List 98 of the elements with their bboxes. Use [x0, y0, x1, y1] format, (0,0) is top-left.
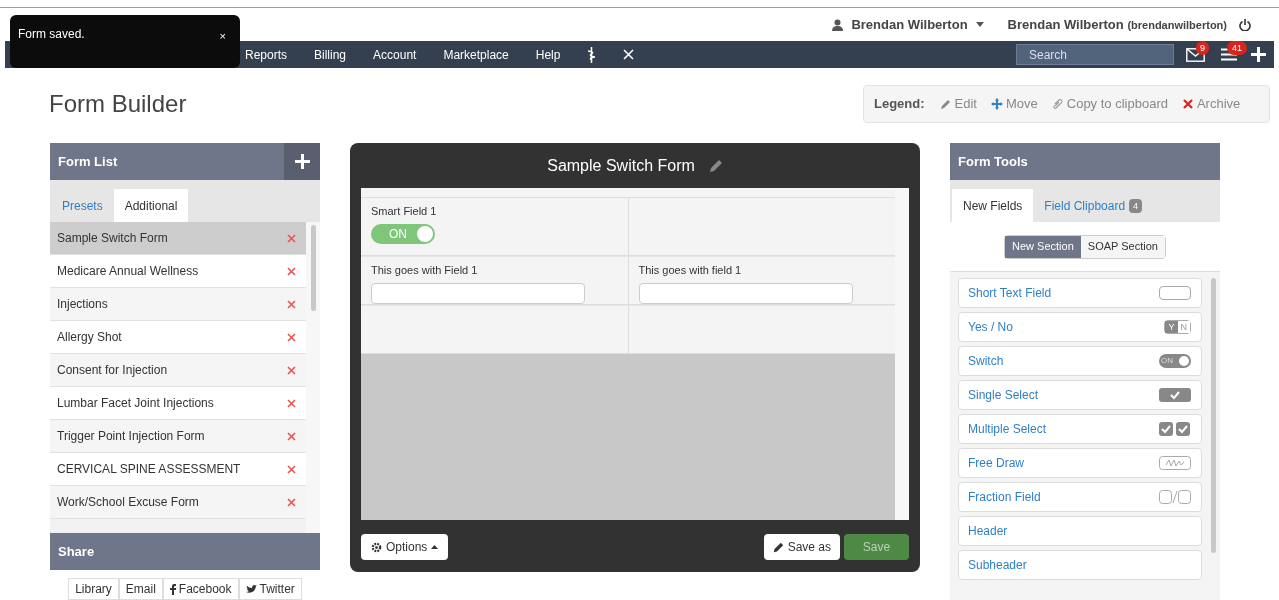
- power-icon[interactable]: [1239, 18, 1251, 31]
- archive-icon[interactable]: [287, 365, 296, 375]
- form-name: Injections: [57, 296, 108, 313]
- legend-label: Archive: [1196, 95, 1241, 114]
- form-list-item[interactable]: Medicare Annual Wellness: [50, 255, 306, 288]
- options-button[interactable]: Options: [361, 534, 449, 560]
- paperclip-icon: [1051, 98, 1064, 110]
- close-button[interactable]: ×: [219, 28, 226, 45]
- user-icon: [832, 18, 844, 31]
- form-name: Lumbar Facet Joint Injections: [57, 395, 214, 412]
- form-name: Work/School Excuse Form: [57, 494, 199, 511]
- add-button[interactable]: [284, 143, 320, 180]
- field-type-item[interactable]: Yes / No Y N: [958, 312, 1202, 342]
- form-name: Allergy Shot: [57, 329, 122, 346]
- archive-icon[interactable]: [287, 431, 296, 441]
- nav-link[interactable]: Help: [535, 45, 561, 64]
- panel-title: Share: [57, 542, 95, 561]
- form-name: Medicare Annual Wellness: [57, 263, 199, 280]
- legend-title: Legend:: [874, 95, 925, 114]
- checkboxes-icon: [1159, 422, 1191, 436]
- field-type-item[interactable]: Free Draw: [958, 448, 1202, 478]
- nav-link[interactable]: Billing: [314, 45, 347, 64]
- share-button[interactable]: Email: [118, 578, 163, 600]
- pencil-icon[interactable]: [708, 158, 723, 173]
- plus-icon: [294, 154, 310, 169]
- toast-message: Form saved.: [18, 26, 85, 43]
- account-name: Brendan Wilberton (brendanwilberton): [1007, 15, 1227, 34]
- notification-badge: 9: [1196, 40, 1209, 55]
- archive-icon[interactable]: [287, 233, 296, 243]
- save-as-button[interactable]: Save as: [763, 534, 840, 560]
- field-label: Smart Field 1: [371, 204, 438, 219]
- panel-title: Form List: [57, 152, 118, 171]
- legend-label: Edit: [954, 95, 977, 114]
- notification-badge: 41: [1227, 41, 1247, 55]
- checkmark-icon: [1159, 388, 1191, 402]
- legend-label: Move: [1005, 95, 1038, 114]
- count-badge: 4: [1129, 198, 1143, 213]
- search-field[interactable]: Search: [1016, 44, 1174, 65]
- archive-icon[interactable]: [287, 266, 296, 276]
- form-name: Trigger Point Injection Form: [57, 428, 205, 445]
- form-list-item[interactable]: CERVICAL SPINE ASSESSMENT: [50, 453, 306, 486]
- field-label: This goes with field 1: [638, 263, 743, 278]
- staff-icon[interactable]: [587, 46, 597, 63]
- form-list-item[interactable]: Sample Switch Form: [50, 222, 306, 255]
- caret-icon: [975, 22, 984, 27]
- form-name: CERVICAL SPINE ASSESSMENT: [57, 461, 241, 478]
- user-menu[interactable]: Brendan Wilberton: [832, 14, 984, 35]
- text-field-icon: [1159, 286, 1191, 300]
- gear-icon: [371, 541, 382, 553]
- cross-icon: [1181, 98, 1194, 110]
- section-button[interactable]: SOAP Section: [1080, 235, 1165, 258]
- field-type-item[interactable]: Fraction Field: [958, 482, 1202, 512]
- move-icon: [990, 98, 1003, 110]
- tab[interactable]: Field Clipboard 4: [1033, 189, 1154, 222]
- tab[interactable]: New Fields: [952, 189, 1034, 222]
- caret-icon: [431, 545, 439, 549]
- field-type-item[interactable]: Multiple Select: [958, 414, 1202, 444]
- share-button[interactable]: Facebook: [162, 578, 239, 600]
- bird-icon: [245, 584, 257, 594]
- scribble-icon: [1159, 456, 1191, 470]
- form-name: Consent for Injection: [57, 362, 168, 379]
- archive-icon[interactable]: [287, 332, 296, 342]
- nav-link[interactable]: Marketplace: [443, 45, 509, 64]
- form-title: Sample Switch Form: [547, 155, 695, 176]
- nav-link[interactable]: Account: [373, 45, 417, 64]
- text-input[interactable]: [638, 282, 853, 304]
- field-type-item[interactable]: Header: [958, 516, 1202, 546]
- field-label: This goes with Field 1: [371, 263, 479, 278]
- archive-icon[interactable]: [287, 464, 296, 474]
- field-type-item[interactable]: Switch ON: [958, 346, 1202, 376]
- legend-label: Copy to clipboard: [1066, 95, 1168, 114]
- fraction-icon: [1159, 490, 1191, 504]
- close-icon[interactable]: [623, 49, 635, 60]
- share-button[interactable]: Library: [68, 578, 119, 600]
- section-button[interactable]: New Section: [1005, 235, 1081, 258]
- archive-icon[interactable]: [287, 497, 296, 507]
- field-type-item[interactable]: Single Select: [958, 380, 1202, 410]
- field-type-item[interactable]: Short Text Field: [958, 278, 1202, 308]
- nav-link[interactable]: Reports: [245, 45, 288, 64]
- pencil-icon: [939, 98, 952, 110]
- form-name: Sample Switch Form: [57, 230, 168, 247]
- form-list-item[interactable]: Allergy Shot: [50, 321, 306, 354]
- facebook-icon: [169, 583, 176, 595]
- tab[interactable]: Additional: [113, 189, 189, 222]
- share-button[interactable]: Twitter: [238, 578, 302, 600]
- yes-no-icon: Y N: [1164, 320, 1191, 334]
- text-input[interactable]: [371, 282, 585, 304]
- pencil-icon: [772, 541, 784, 553]
- scrollbar[interactable]: [1210, 278, 1216, 553]
- field-type-item[interactable]: Subheader: [958, 550, 1202, 580]
- switch-icon: ON: [1159, 354, 1191, 368]
- archive-icon[interactable]: [287, 398, 296, 408]
- form-list-item[interactable]: Lumbar Facet Joint Injections: [50, 387, 306, 420]
- scrollbar[interactable]: [310, 225, 316, 311]
- plus-icon[interactable]: [1251, 47, 1266, 62]
- archive-icon[interactable]: [287, 299, 296, 309]
- page-title: Form Builder: [49, 89, 187, 119]
- panel-title: Form Tools: [957, 152, 1028, 171]
